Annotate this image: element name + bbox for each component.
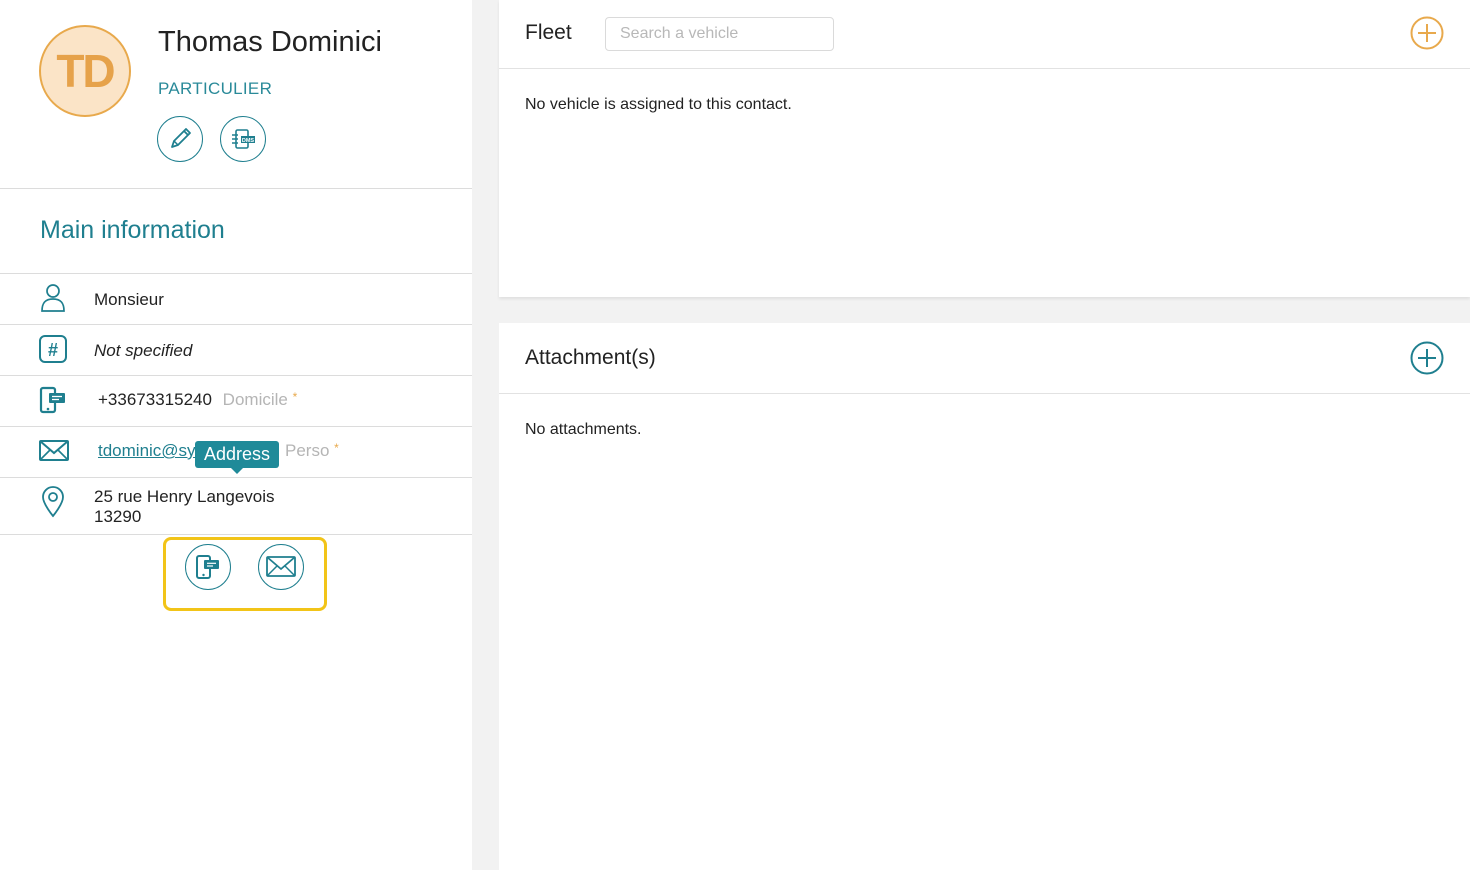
address-value: 25 rue Henry Langevois 13290 — [94, 487, 275, 527]
send-sms-button[interactable] — [185, 544, 231, 590]
required-marker: * — [292, 390, 298, 404]
plus-circle-icon — [1410, 16, 1444, 50]
contact-type: PARTICULIER — [158, 79, 273, 98]
person-icon — [41, 284, 65, 312]
fleet-title: Fleet — [525, 21, 572, 44]
main-information-title: Main information — [40, 216, 225, 244]
email-label: Perso — [285, 441, 330, 460]
add-attachment-button[interactable] — [1410, 341, 1444, 375]
address-line1: 25 rue Henry Langevois — [94, 487, 275, 506]
fleet-empty-message: No vehicle is assigned to this contact. — [525, 96, 792, 113]
fleet-divider — [499, 68, 1470, 69]
attachments-card: Attachment(s) No attachments. — [499, 323, 1470, 870]
civility-value: Monsieur — [94, 290, 164, 309]
attachments-divider — [499, 393, 1470, 394]
phone-message-icon — [196, 555, 219, 579]
phone-label: Domicile — [222, 390, 288, 409]
contact-name: Thomas Dominici — [158, 26, 382, 58]
phone-number-text: +33673315240 — [98, 390, 212, 409]
svg-text:DMS: DMS — [242, 138, 255, 144]
envelope-icon — [266, 556, 296, 577]
envelope-icon — [39, 440, 69, 461]
fleet-card: Fleet No vehicle is assigned to this con… — [499, 0, 1470, 297]
required-marker: * — [334, 441, 339, 455]
address-row: 25 rue Henry Langevois 13290 — [0, 478, 472, 534]
address-tooltip: Address — [195, 441, 280, 474]
attachments-title: Attachment(s) — [525, 346, 656, 369]
dms-icon: DMS — [232, 129, 255, 149]
dms-button[interactable]: DMS — [220, 116, 266, 162]
row-divider — [0, 534, 472, 535]
edit-button[interactable] — [157, 116, 203, 162]
civility-row: Monsieur — [0, 274, 472, 324]
header-divider — [0, 188, 472, 189]
email-field: tdominic@sy — [98, 441, 196, 461]
phone-message-icon — [39, 386, 65, 414]
address-line2: 13290 — [94, 507, 142, 526]
add-vehicle-button[interactable] — [1410, 16, 1444, 50]
pencil-icon — [171, 128, 191, 148]
email-label-wrap: Perso * — [285, 441, 339, 461]
hash-icon: # — [39, 335, 67, 363]
plus-circle-icon — [1410, 341, 1444, 375]
attachments-empty-message: No attachments. — [525, 421, 642, 438]
vehicle-search-input[interactable] — [605, 17, 834, 51]
phone-number[interactable]: +33673315240 Domicile * — [98, 390, 297, 410]
identifier-row: # Not specified — [0, 325, 472, 375]
identifier-value: Not specified — [94, 341, 193, 360]
svg-text:#: # — [48, 340, 58, 360]
avatar: TD — [39, 25, 131, 117]
phone-row: +33673315240 Domicile * — [0, 376, 472, 426]
send-email-button[interactable] — [258, 544, 304, 590]
email-link[interactable]: tdominic@sy — [98, 441, 196, 460]
contact-panel: TD Thomas Dominici PARTICULIER DMS Main … — [0, 0, 472, 870]
location-pin-icon — [42, 486, 64, 518]
